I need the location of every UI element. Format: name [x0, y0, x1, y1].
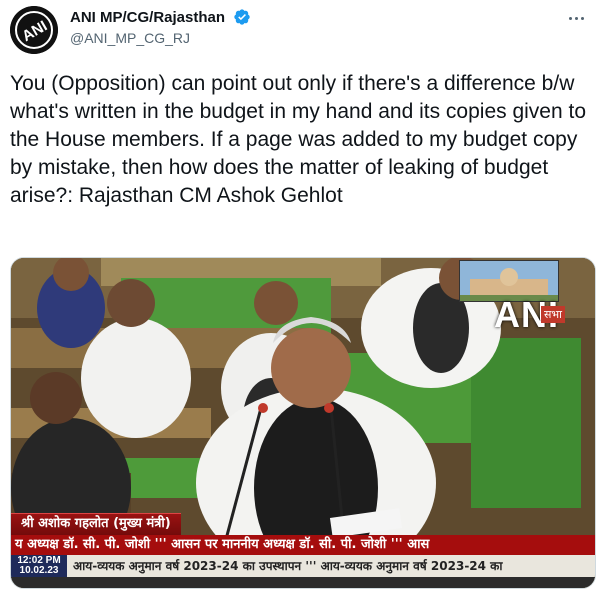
timestamp-box: 12:02 PM 10.02.23: [11, 555, 67, 578]
ticker-top-text: य अध्यक्ष डॉ. सी. पी. जोशी ''' आसन पर मा…: [15, 537, 430, 552]
ticker-top: य अध्यक्ष डॉ. सी. पी. जोशी ''' आसन पर मा…: [11, 535, 595, 555]
display-name[interactable]: ANI MP/CG/Rajasthan: [70, 9, 225, 26]
handle[interactable]: @ANI_MP_CG_RJ: [70, 30, 251, 46]
news-ticker: श्री अशोक गहलोत (मुख्य मंत्री) य अध्यक्ष…: [11, 513, 595, 588]
video-bottom-strip: [11, 577, 595, 588]
avatar[interactable]: ANI: [10, 6, 58, 54]
ticker-bottom: आय-व्ययक अनुमान वर्ष 2023-24 का उपस्थापन…: [11, 555, 595, 577]
ticker-bottom-text: आय-व्ययक अनुमान वर्ष 2023-24 का उपस्थापन…: [73, 559, 503, 573]
verified-badge-icon: [234, 9, 251, 25]
clock-date: 10.02.23: [19, 565, 59, 576]
tweet-text: You (Opposition) can point out only if t…: [10, 72, 587, 207]
more-options-icon[interactable]: [562, 8, 590, 28]
inset-label: सभा: [540, 306, 565, 323]
tweet-header: ANI ANI MP/CG/Rajasthan @ANI_MP_CG_RJ: [10, 6, 590, 56]
tweet-video[interactable]: ANI सभा श्री अशोक गहलोत (मुख्य मंत्री) य…: [10, 257, 596, 589]
